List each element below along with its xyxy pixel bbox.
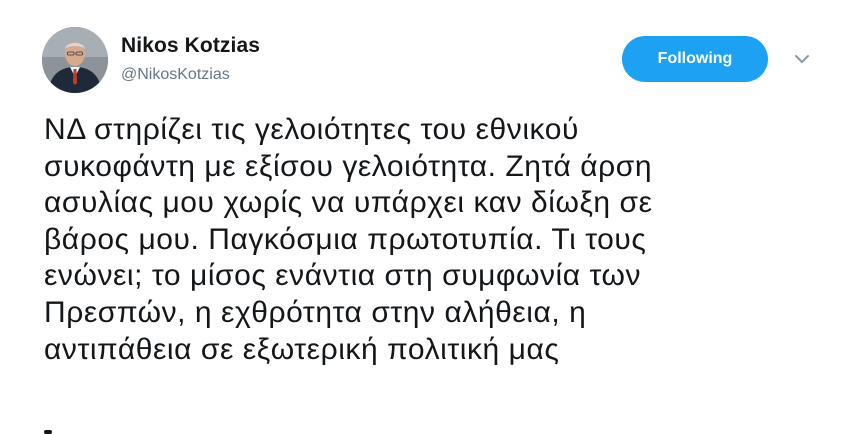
tweet-text-line: ασυλίας μου χωρίς να υπάρχει καν δίωξη σ… (44, 186, 653, 220)
tweet-card: Nikos Kotzias @NikosKotzias Following ΝΔ… (0, 0, 850, 434)
avatar-photo (42, 27, 108, 93)
tweet-text-line: αντιπάθεια σε εξωτερική πολιτική μας (44, 332, 560, 366)
tweet-text-line: Πρεσπών, η εχθρότητα στην αλήθεια, η (44, 295, 587, 329)
chevron-down-icon[interactable] (791, 49, 813, 69)
following-button[interactable]: Following (622, 36, 768, 82)
clipped-text-fragment (44, 424, 104, 434)
tweet-text-line: ενώνει; το μίσος ενάντια στη συμφωνία τω… (44, 259, 642, 293)
author-handle[interactable]: @NikosKotzias (121, 66, 230, 84)
tweet-text-line: βάρος μου. Παγκόσμια πρωτοτυπία. Τι τους (44, 222, 647, 256)
avatar[interactable] (42, 27, 108, 93)
tweet-text-line: ΝΔ στηρίζει τις γελοιότητες του εθνικού (44, 113, 579, 146)
tweet-text-line: συκοφάντη με εξίσου γελοιότητα. Ζητά άρσ… (44, 149, 653, 183)
author-display-name[interactable]: Nikos Kotzias (121, 34, 260, 58)
tweet-text: ΝΔ στηρίζει τις γελοιότητες του εθνικού … (44, 112, 834, 368)
